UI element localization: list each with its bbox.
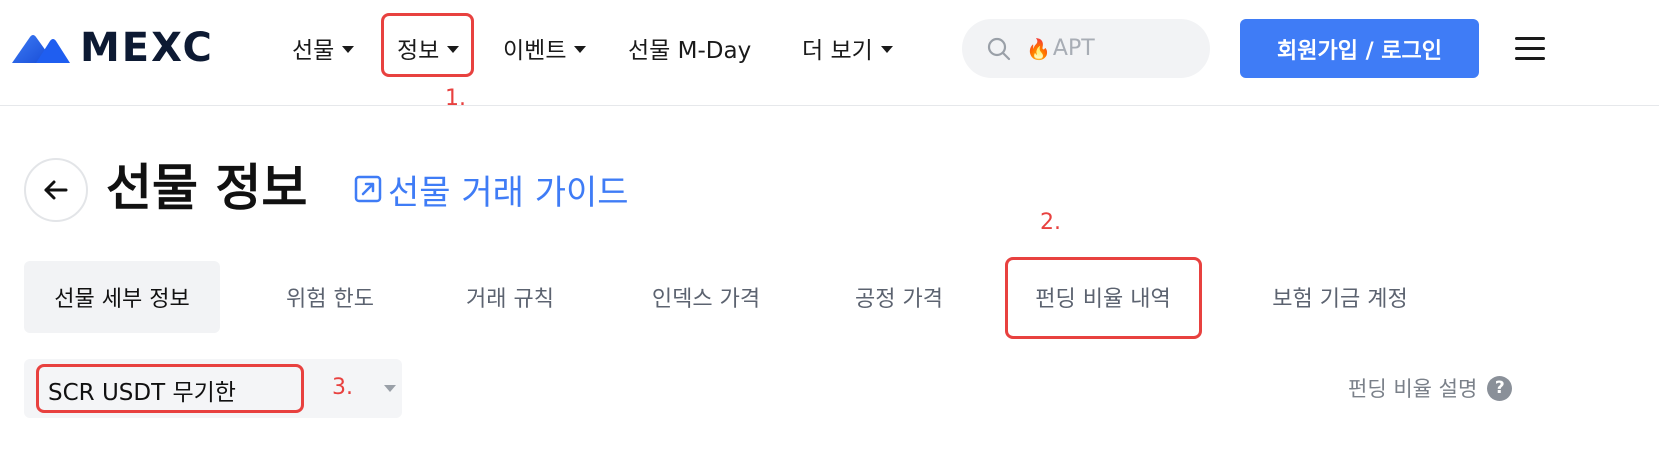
caret-down-icon [574, 45, 587, 53]
nav-more-label: 더 보기 [802, 38, 873, 64]
nav-futures[interactable]: 선물 [292, 30, 355, 66]
annotation-number-3: 3. [332, 375, 353, 400]
mexc-logo[interactable]: MEXC [10, 28, 214, 68]
annotation-box-1 [381, 13, 474, 77]
nav-events-label: 이벤트 [503, 38, 567, 64]
futures-guide-label: 선물 거래 가이드 [388, 172, 629, 213]
nav-futures-label: 선물 [292, 38, 335, 64]
nav-mday-label: 선물 M-Day [628, 38, 752, 64]
tab-risk-limit[interactable]: 위험 한도 [262, 261, 398, 333]
tab-index-price[interactable]: 인덱스 가격 [626, 261, 786, 333]
caret-down-icon [384, 385, 396, 392]
search-placeholder: 🔥 APT [1026, 36, 1095, 61]
nav-mday[interactable]: 선물 M-Day [628, 30, 751, 66]
search-input[interactable]: 🔥 APT [962, 19, 1210, 78]
tab-futures-details[interactable]: 선물 세부 정보 [24, 261, 220, 333]
hamburger-menu-icon[interactable] [1515, 37, 1545, 61]
back-button[interactable] [24, 158, 88, 222]
arrow-left-icon [44, 180, 68, 200]
annotation-number-1: 1. [445, 86, 466, 111]
futures-guide-link[interactable]: 선물 거래 가이드 [352, 164, 629, 214]
page-title: 선물 정보 [106, 159, 308, 217]
top-header: MEXC 선물 정보 이벤트 선물 M-Day 더 보기 🔥 APT 회원가입 … [0, 0, 1659, 106]
annotation-box-2 [1005, 257, 1202, 339]
guide-icon [354, 175, 382, 203]
tab-insurance-fund[interactable]: 보험 기금 계정 [1244, 261, 1436, 333]
fire-icon: 🔥 [1026, 36, 1051, 61]
mexc-mountain-icon [12, 35, 70, 63]
question-icon: ? [1487, 375, 1513, 401]
caret-down-icon [880, 45, 893, 53]
nav-events[interactable]: 이벤트 [503, 30, 587, 66]
search-icon [987, 37, 1011, 60]
tab-fair-price[interactable]: 공정 가격 [830, 261, 968, 333]
logo-text: MEXC [80, 25, 214, 71]
search-placeholder-text: APT [1052, 36, 1095, 61]
nav-more[interactable]: 더 보기 [802, 30, 893, 66]
signup-login-button[interactable]: 회원가입 / 로그인 [1240, 19, 1479, 78]
funding-rate-explanation-label: 펀딩 비율 설명 [1348, 377, 1478, 401]
tab-trading-rules[interactable]: 거래 규칙 [440, 261, 580, 333]
funding-rate-explanation-link[interactable]: 펀딩 비율 설명 ? [1348, 372, 1513, 404]
annotation-box-3 [36, 364, 304, 413]
annotation-number-2: 2. [1040, 210, 1061, 235]
caret-down-icon [342, 45, 355, 53]
